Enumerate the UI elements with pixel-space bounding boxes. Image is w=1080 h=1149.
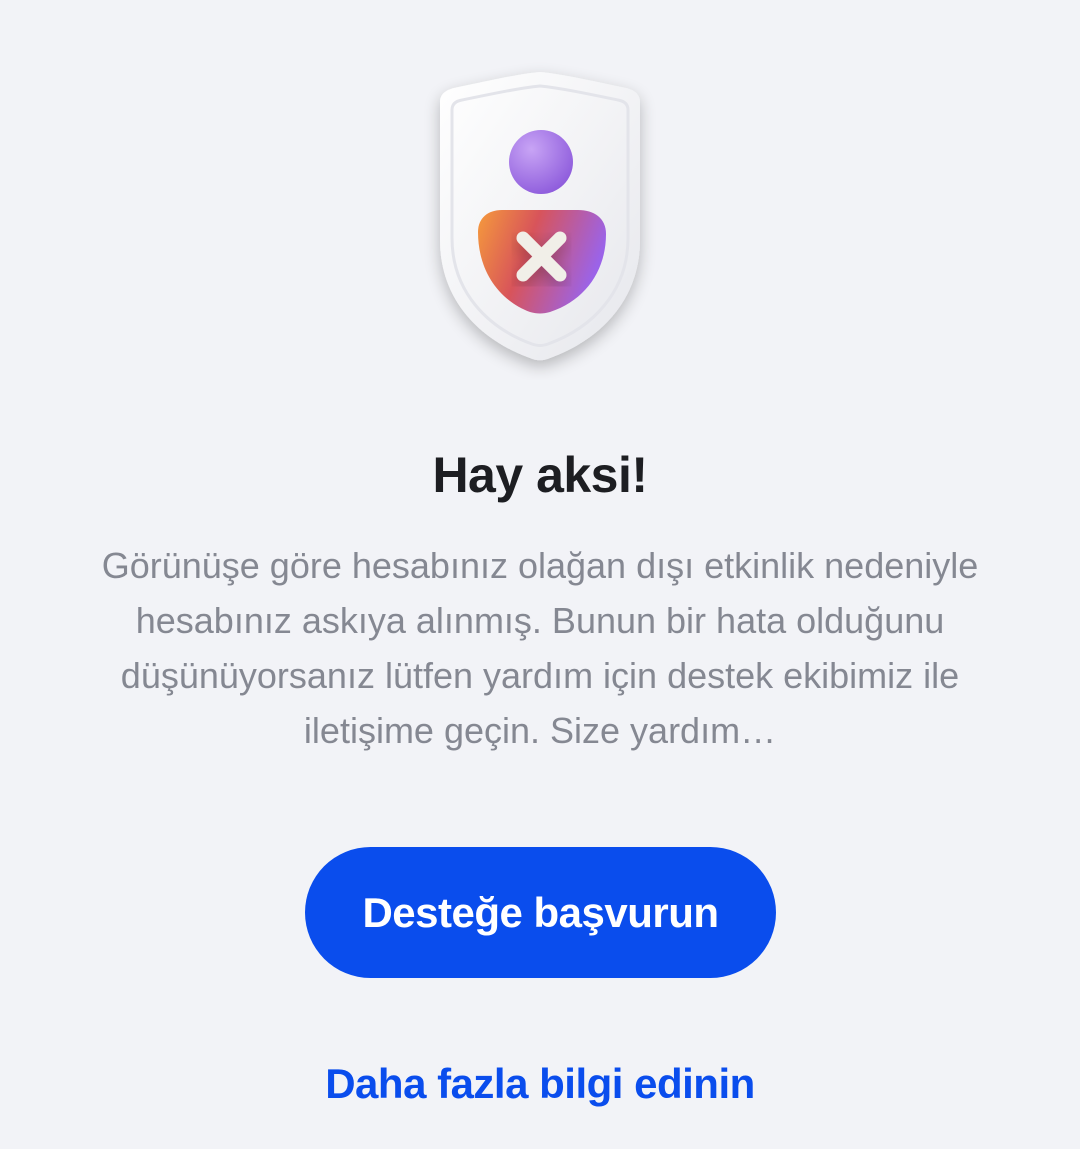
contact-support-button[interactable]: Desteğe başvurun	[305, 847, 776, 978]
shield-user-blocked-icon	[400, 60, 680, 380]
avatar-head	[509, 130, 573, 194]
learn-more-link[interactable]: Daha fazla bilgi edinin	[0, 1060, 1080, 1108]
page-title: Hay aksi!	[432, 447, 648, 503]
suspension-message: Görünüşe göre hesabınız olağan dışı etki…	[101, 545, 979, 751]
